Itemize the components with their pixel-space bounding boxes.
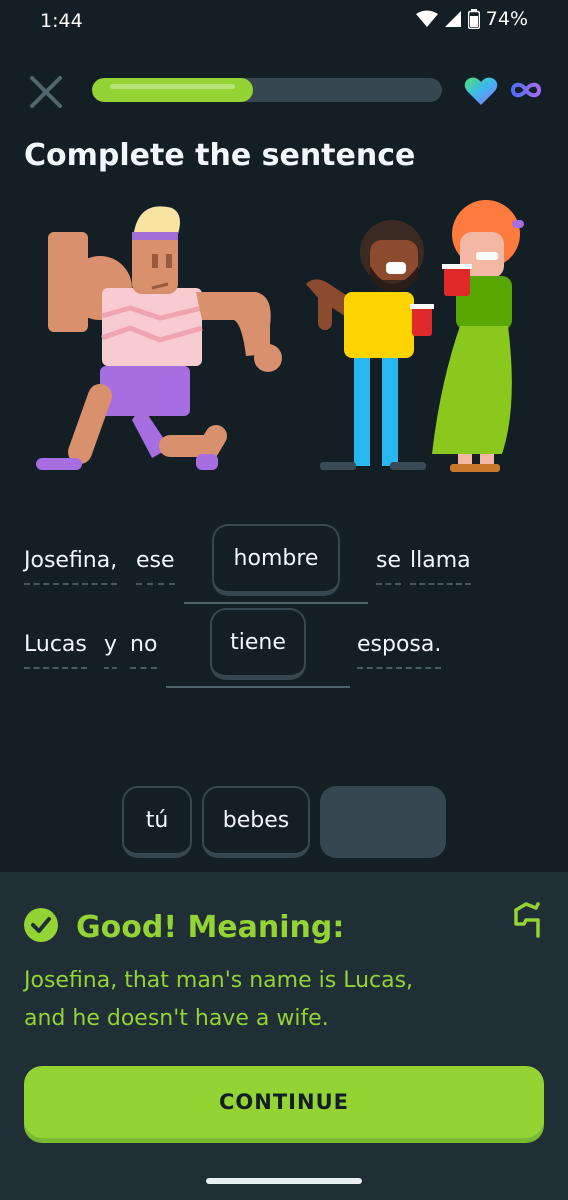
sentence-word[interactable]: llama [410,548,471,585]
signal-icon [444,11,461,27]
word-bank-chip-tu[interactable]: tú [122,786,192,858]
answer-chip-tiene[interactable]: tiene [210,608,306,680]
battery-percent: 74% [485,8,528,30]
feedback-meaning-line-2: and he doesn't have a wife. [24,1006,329,1031]
heart-icon[interactable] [464,76,498,106]
check-circle-icon [24,908,58,942]
flag-icon[interactable] [510,902,544,938]
infinity-icon [510,82,542,98]
sentence-line-1: Josefina, ese hombre se llama [0,524,568,614]
answer-blank-line [184,602,368,604]
battery-icon [467,9,480,29]
muscle-man-illustration [36,206,282,470]
redhead-woman-illustration [432,200,524,472]
feedback-meaning-line-1: Josefina, that man's name is Lucas, [24,968,414,993]
answer-blank-line [166,686,350,688]
sentence-word[interactable]: Josefina, [24,548,118,585]
wifi-icon [415,10,438,27]
word-bank-chip-bebes[interactable]: bebes [202,786,310,858]
sentence-word[interactable]: Lucas [24,632,87,669]
page-title: Complete the sentence [24,138,416,173]
status-time: 1:44 [40,10,83,32]
sentence-word[interactable]: ese [136,548,175,585]
sentence-word[interactable]: esposa. [357,632,442,669]
bearded-man-illustration [306,220,434,470]
answer-chip-hombre[interactable]: hombre [212,524,340,596]
feedback-meaning: Josefina, that man's name is Lucas, and … [24,962,544,1038]
feedback-title: Good! Meaning: [76,910,345,945]
word-bank-empty-slot [320,786,446,858]
sentence-word[interactable]: no [130,632,158,669]
status-bar: 1:44 74% [0,0,568,44]
home-indicator[interactable] [206,1178,362,1184]
close-icon[interactable] [26,72,66,112]
continue-button[interactable]: CONTINUE [24,1066,544,1138]
sentence-word[interactable]: se [376,548,401,585]
sentence-line-2: Lucas y no tiene esposa. [0,608,568,698]
characters-illustration [36,200,524,472]
progress-bar [92,78,442,102]
status-icons: 74% [415,8,528,30]
progress-shine [110,84,235,89]
feedback-panel: Good! Meaning: Josefina, that man's name… [0,872,568,1200]
lesson-header [0,70,568,112]
progress-fill [92,78,253,102]
sentence-word[interactable]: y [104,632,118,669]
